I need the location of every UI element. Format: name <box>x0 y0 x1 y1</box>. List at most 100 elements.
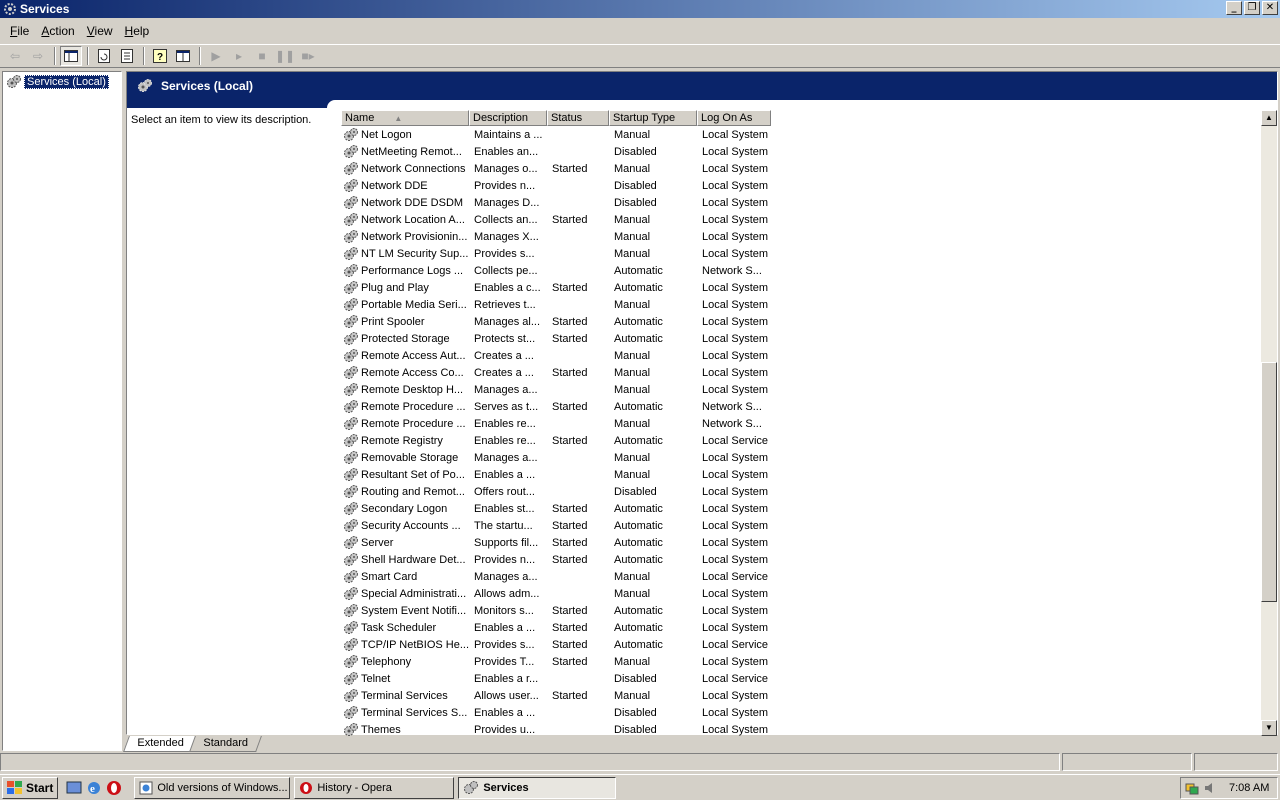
table-row[interactable]: Routing and Remot... Offers rout... Disabl… <box>341 483 771 500</box>
back-icon[interactable]: ⇦ <box>4 46 26 66</box>
table-row[interactable]: Network Connections Manages o... Started Ma… <box>341 160 771 177</box>
internet-explorer-icon[interactable]: e <box>86 780 102 796</box>
table-row[interactable]: Themes Provides u... Disabled Local System <box>341 721 771 736</box>
vertical-scrollbar[interactable]: ▲ ▼ <box>1261 110 1277 736</box>
table-row[interactable]: Security Accounts ... The startu... Starte… <box>341 517 771 534</box>
service-startup-type: Disabled <box>614 485 657 498</box>
table-row[interactable]: Task Scheduler Enables a ... Started Automa… <box>341 619 771 636</box>
menu-view[interactable]: View <box>81 24 119 38</box>
table-row[interactable]: Remote Procedure ... Serves as t... Starte… <box>341 398 771 415</box>
table-row[interactable]: Network Provisionin... Manages X... Manual… <box>341 228 771 245</box>
table-row[interactable]: Terminal Services S... Enables a ... Disab… <box>341 704 771 721</box>
table-row[interactable]: Network DDE DSDM Manages D... Disabled Loca… <box>341 194 771 211</box>
tree-item-services-local[interactable]: Services (Local) <box>6 74 109 90</box>
service-description: Enables a ... <box>474 621 536 634</box>
refresh-icon[interactable] <box>93 46 115 66</box>
service-description: Serves as t... <box>474 400 539 413</box>
service-log-on-as: Local Service <box>702 638 769 651</box>
table-row[interactable]: Remote Access Co... Creates a ... Started M… <box>341 364 771 381</box>
table-row[interactable]: Resultant Set of Po... Enables a ... Manua… <box>341 466 771 483</box>
restore-button[interactable]: ❐ <box>1244 1 1260 15</box>
menu-action[interactable]: Action <box>35 24 80 38</box>
service-description: Enables a ... <box>474 468 536 481</box>
service-description: Manages X... <box>474 230 539 243</box>
opera-icon[interactable] <box>106 780 122 796</box>
table-row[interactable]: Telnet Enables a r... Disabled Local Servic… <box>341 670 771 687</box>
table-row[interactable]: TCP/IP NetBIOS He... Provides s... Started… <box>341 636 771 653</box>
table-row[interactable]: Plug and Play Enables a c... Started Automa… <box>341 279 771 296</box>
table-row[interactable]: Shell Hardware Det... Provides n... Starte… <box>341 551 771 568</box>
column-header-description[interactable]: Description <box>469 110 547 126</box>
show-hide-tree-icon[interactable] <box>60 46 82 66</box>
service-name-cell: Special Administrati... <box>341 586 469 602</box>
table-row[interactable]: Server Supports fil... Started Automatic Loc… <box>341 534 771 551</box>
table-row[interactable]: NT LM Security Sup... Provides s... Manual… <box>341 245 771 262</box>
table-row[interactable]: Performance Logs ... Collects pe... Automa… <box>341 262 771 279</box>
column-header-name[interactable]: Name ▲ <box>341 110 469 126</box>
scroll-down-button[interactable]: ▼ <box>1261 720 1277 736</box>
table-row[interactable]: NetMeeting Remot... Enables an... Disabled… <box>341 143 771 160</box>
service-name: NT LM Security Sup... <box>361 247 469 260</box>
table-row[interactable]: Telephony Provides T... Started Manual Local… <box>341 653 771 670</box>
service-description: Provides u... <box>474 723 536 736</box>
service-log-on-as: Local System <box>702 451 769 464</box>
export-list-icon[interactable] <box>116 46 138 66</box>
start-service-icon[interactable]: ▶ <box>205 46 227 66</box>
volume-tray-icon[interactable] <box>1203 781 1217 795</box>
forward-icon[interactable]: ⇨ <box>27 46 49 66</box>
taskbar-button-services[interactable]: Services <box>458 776 617 799</box>
table-row[interactable]: Remote Desktop H... Manages a... Manual Loc… <box>341 381 771 398</box>
service-name-cell: Remote Access Co... <box>341 365 469 381</box>
table-row[interactable]: Secondary Logon Enables st... Started Autom… <box>341 500 771 517</box>
scroll-thumb[interactable] <box>1261 362 1277 602</box>
column-header-log-on-as[interactable]: Log On As <box>697 110 771 126</box>
table-row[interactable]: Special Administrati... Allows adm... Manu… <box>341 585 771 602</box>
tab-extended[interactable]: Extended <box>123 735 198 752</box>
table-row[interactable]: Terminal Services Allows user... Started Ma… <box>341 687 771 704</box>
column-header-startup-type[interactable]: Startup Type <box>609 110 697 126</box>
service-gear-icon <box>343 263 359 279</box>
taskbar-button-history-opera[interactable]: History - Opera <box>294 776 455 799</box>
start-service-alt-icon[interactable]: ▸ <box>228 46 250 66</box>
network-tray-icon[interactable] <box>1185 781 1199 795</box>
service-gear-icon <box>343 518 359 534</box>
table-row[interactable]: Removable Storage Manages a... Manual Local… <box>341 449 771 466</box>
scroll-up-button[interactable]: ▲ <box>1261 110 1277 126</box>
table-row[interactable]: Protected Storage Protects st... Started Au… <box>341 330 771 347</box>
start-button[interactable]: Start <box>2 776 59 799</box>
service-log-on-as: Local System <box>702 179 769 192</box>
table-row[interactable]: Remote Access Aut... Creates a ... Manual L… <box>341 347 771 364</box>
table-row[interactable]: Network DDE Provides n... Disabled Local Sy… <box>341 177 771 194</box>
pause-service-icon[interactable]: ❚❚ <box>274 46 296 66</box>
service-description: Manages a... <box>474 383 538 396</box>
table-row[interactable]: Smart Card Manages a... Manual Local Servic… <box>341 568 771 585</box>
service-gear-icon <box>343 297 359 313</box>
close-button[interactable]: ✕ <box>1262 1 1278 15</box>
show-desktop-icon[interactable] <box>66 780 82 796</box>
restart-service-icon[interactable]: ■▸ <box>297 46 319 66</box>
service-log-on-as: Local System <box>702 281 769 294</box>
table-row[interactable]: Portable Media Seri... Retrieves t... Manu… <box>341 296 771 313</box>
column-header-status[interactable]: Status <box>547 110 609 126</box>
clock[interactable]: 7:08 AM <box>1229 782 1269 794</box>
tab-standard[interactable]: Standard <box>189 735 263 752</box>
table-row[interactable]: Remote Procedure ... Enables re... Manual N… <box>341 415 771 432</box>
table-row[interactable]: Net Logon Maintains a ... Manual Local Syst… <box>341 126 771 143</box>
table-row[interactable]: System Event Notifi... Monitors s... Start… <box>341 602 771 619</box>
minimize-button[interactable]: _ <box>1226 1 1242 15</box>
menu-help[interactable]: Help <box>119 24 156 38</box>
ie-page-icon <box>139 781 153 795</box>
help-icon[interactable]: ? <box>149 46 171 66</box>
service-startup-type: Manual <box>614 128 651 141</box>
status-bar <box>0 753 1280 773</box>
service-log-on-as: Local System <box>702 383 769 396</box>
table-row[interactable]: Remote Registry Enables re... Started Autom… <box>341 432 771 449</box>
service-name-cell: Remote Access Aut... <box>341 348 469 364</box>
service-startup-type: Manual <box>614 162 651 175</box>
table-row[interactable]: Network Location A... Collects an... Start… <box>341 211 771 228</box>
properties-icon[interactable] <box>172 46 194 66</box>
stop-service-icon[interactable]: ■ <box>251 46 273 66</box>
menu-file[interactable]: File <box>4 24 35 38</box>
table-row[interactable]: Print Spooler Manages al... Started Automat… <box>341 313 771 330</box>
taskbar-button-old-versions[interactable]: Old versions of Windows... <box>134 776 291 799</box>
